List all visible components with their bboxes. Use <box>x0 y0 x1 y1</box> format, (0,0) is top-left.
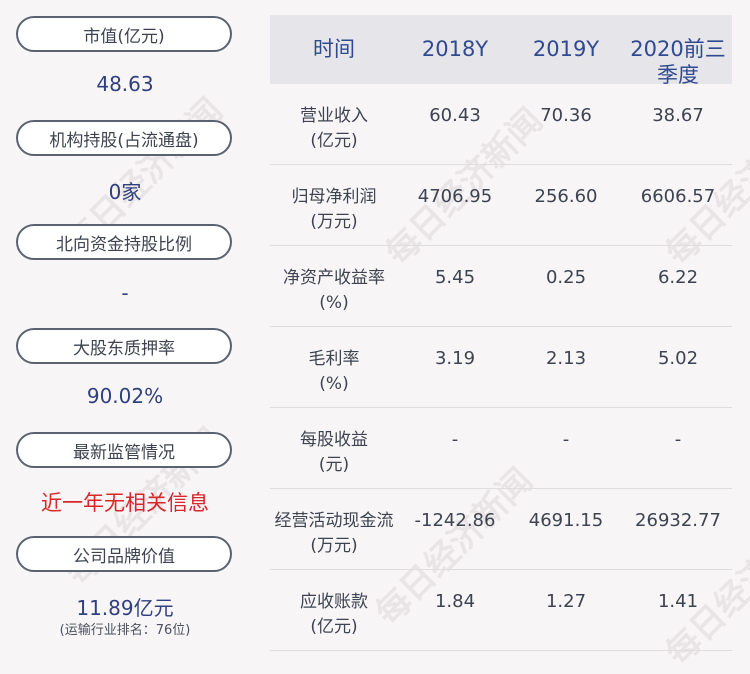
cell-2020q3: 1.41 <box>657 591 699 612</box>
cell-2020q3: 26932.77 <box>635 510 721 531</box>
financial-table: 时间 2018Y 2019Y 2020前三季度 营业收入 (亿元) 60.43 7… <box>270 15 732 651</box>
cell-2019: 0.25 <box>545 267 587 288</box>
cell-2019: 4691.15 <box>528 510 604 531</box>
institution-holding-value: 0家 <box>108 180 142 204</box>
brand-value-label: 公司品牌价值 <box>16 536 232 572</box>
table-row: 应收账款 (亿元) 1.84 1.27 1.41 <box>270 570 732 651</box>
regulatory-status-label: 最新监管情况 <box>16 432 232 468</box>
cell-2020q3: 6.22 <box>657 267 699 288</box>
header-time: 时间 <box>313 37 355 61</box>
cell-2019: 1.27 <box>545 591 587 612</box>
cell-2019: 70.36 <box>540 105 592 126</box>
metrics-panel: 市值(亿元) 48.63 机构持股(占流通盘) 0家 北向资金持股比例 - 大股… <box>0 0 250 667</box>
cell-2020q3: 38.67 <box>652 105 704 126</box>
cell-2018: 5.45 <box>434 267 476 288</box>
header-2018: 2018Y <box>421 37 489 61</box>
brand-value-value: 11.89亿元 <box>76 596 174 620</box>
pledge-rate-label: 大股东质押率 <box>16 328 232 364</box>
row-label: 归母净利润 (万元) <box>291 187 377 232</box>
row-label: 净资产收益率 (%) <box>283 268 385 313</box>
market-cap-label: 市值(亿元) <box>16 16 232 52</box>
table-row: 营业收入 (亿元) 60.43 70.36 38.67 <box>270 84 732 165</box>
cell-2018: 60.43 <box>429 105 481 126</box>
cell-2018: - <box>451 429 459 450</box>
northbound-ratio-value: - <box>121 281 129 305</box>
pledge-rate-value: 90.02% <box>86 384 164 408</box>
cell-2018: 3.19 <box>434 348 476 369</box>
cell-2020q3: 5.02 <box>657 348 699 369</box>
cell-2019: 256.60 <box>534 186 598 207</box>
row-label: 营业收入 (亿元) <box>300 106 368 151</box>
cell-2020q3: 6606.57 <box>640 186 716 207</box>
cell-2019: 2.13 <box>545 348 587 369</box>
regulatory-status-value: 近一年无相关信息 <box>41 491 209 515</box>
table-row: 净资产收益率 (%) 5.45 0.25 6.22 <box>270 246 732 327</box>
row-label: 经营活动现金流 (万元) <box>274 511 394 556</box>
table-row: 毛利率 (%) 3.19 2.13 5.02 <box>270 327 732 408</box>
table-row: 归母净利润 (万元) 4706.95 256.60 6606.57 <box>270 165 732 246</box>
row-label: 毛利率 (%) <box>308 349 360 394</box>
market-cap-value: 48.63 <box>96 72 154 96</box>
cell-2018: -1242.86 <box>414 510 496 531</box>
cell-2020q3: - <box>674 429 682 450</box>
row-label: 应收账款 (亿元) <box>300 592 368 637</box>
table-row: 经营活动现金流 (万元) -1242.86 4691.15 26932.77 <box>270 489 732 570</box>
header-2019: 2019Y <box>532 37 600 61</box>
northbound-ratio-label: 北向资金持股比例 <box>16 224 232 260</box>
institution-holding-label: 机构持股(占流通盘) <box>16 120 232 156</box>
header-2020q3: 2020前三季度 <box>630 37 726 87</box>
cell-2019: - <box>562 429 570 450</box>
cell-2018: 1.84 <box>434 591 476 612</box>
table-row: 每股收益 (元) - - - <box>270 408 732 489</box>
table-header: 时间 2018Y 2019Y 2020前三季度 <box>270 15 732 87</box>
brand-rank-note: (运输行业排名：76位) <box>59 623 191 638</box>
cell-2018: 4706.95 <box>417 186 493 207</box>
row-label: 每股收益 (元) <box>300 430 368 475</box>
